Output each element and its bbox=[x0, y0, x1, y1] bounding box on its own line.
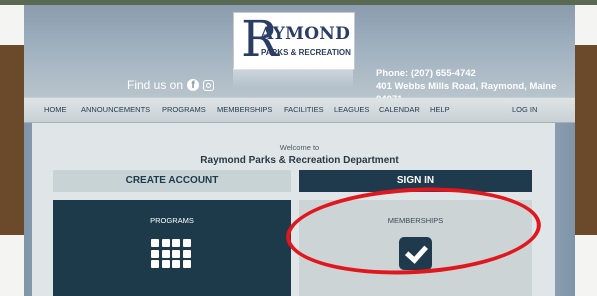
nav-item-calendar[interactable]: CALENDAR bbox=[379, 98, 420, 122]
raymond-logo[interactable]: R AYMOND PARKS & RECREATION bbox=[233, 11, 355, 70]
nav-item-facilities[interactable]: FACILITIES bbox=[284, 98, 324, 122]
grid-icon bbox=[151, 239, 191, 268]
instagram-icon[interactable] bbox=[203, 79, 215, 91]
right-wood-border bbox=[575, 45, 597, 235]
welcome-text: Welcome to bbox=[279, 143, 320, 152]
programs-tile-label: PROGRAMS bbox=[150, 216, 194, 225]
left-wood-border bbox=[0, 45, 24, 235]
nav-item-memberships[interactable]: MEMBERSHIPS bbox=[217, 98, 272, 122]
department-title: Raymond Parks & Recreation Department bbox=[200, 155, 399, 166]
nav-item-announcements[interactable]: ANNOUNCEMENTS bbox=[81, 98, 150, 122]
logo-reflection bbox=[233, 68, 353, 88]
main-nav: HOME ANNOUNCEMENTS PROGRAMS MEMBERSHIPS … bbox=[24, 98, 575, 123]
social-links: Find us on f bbox=[127, 78, 215, 92]
nav-item-home[interactable]: HOME bbox=[44, 98, 67, 122]
create-account-button[interactable]: CREATE ACCOUNT bbox=[53, 170, 291, 192]
login-link[interactable]: LOG IN bbox=[512, 98, 537, 122]
website-frame: R AYMOND PARKS & RECREATION Find us on f… bbox=[24, 5, 575, 296]
nav-item-leagues[interactable]: LEAGUES bbox=[334, 98, 369, 122]
nav-item-programs[interactable]: PROGRAMS bbox=[162, 98, 206, 122]
find-us-label: Find us on bbox=[127, 78, 184, 92]
logo-name: AYMOND bbox=[260, 24, 351, 44]
site-header: R AYMOND PARKS & RECREATION Find us on f… bbox=[24, 5, 575, 105]
nav-item-help[interactable]: HELP bbox=[430, 98, 450, 122]
logo-subtitle: PARKS & RECREATION bbox=[261, 48, 351, 57]
facebook-icon[interactable]: f bbox=[187, 79, 200, 91]
phone-number: Phone: (207) 655-4742 bbox=[376, 68, 476, 79]
programs-tile[interactable]: PROGRAMS bbox=[53, 200, 291, 296]
